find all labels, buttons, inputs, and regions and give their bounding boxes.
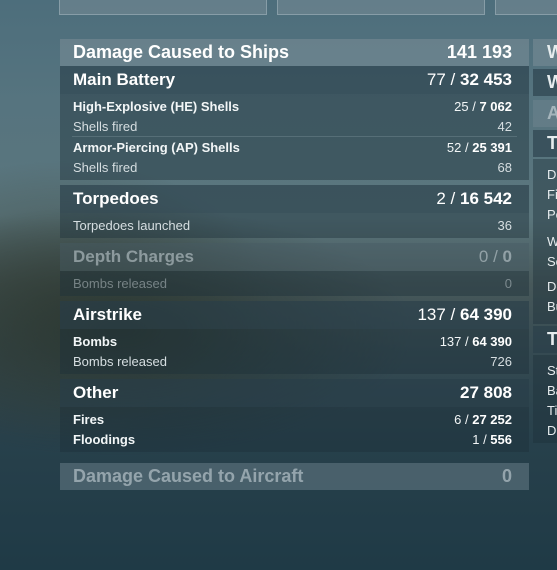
- side-row-9: Ba: [547, 383, 557, 398]
- torpedoes-rows: Torpedoes launched 36: [60, 213, 529, 238]
- airstrike-bombs-value: 137 / 64 390: [439, 333, 512, 349]
- depth-bombs-released-row: Bombs released 0: [60, 273, 529, 293]
- ap-shells-row: Armor-Piercing (AP) Shells 52 / 25 391: [60, 137, 529, 157]
- airstrike-rows: Bombs 137 / 64 390 Bombs released 726: [60, 329, 529, 374]
- damage-ships-title: Damage Caused to Ships: [73, 42, 290, 62]
- side-row-11: Di: [547, 423, 557, 438]
- other-rows: Fires 6 / 27 252 Floodings 1 / 556: [60, 407, 529, 452]
- he-shells-row: High-Explosive (HE) Shells 25 / 7 062: [60, 96, 529, 116]
- main-battery-value: 77 / 32 453: [426, 70, 512, 89]
- side-letter-1: W: [547, 42, 557, 62]
- airstrike-released-label: Bombs released: [73, 353, 167, 369]
- top-tab-2[interactable]: [277, 0, 485, 15]
- he-fired-value: 42: [497, 118, 512, 134]
- side-row-1: Da: [547, 167, 557, 182]
- torpedoes-title: Torpedoes: [73, 189, 159, 208]
- depth-charges-rows: Bombs released 0: [60, 271, 529, 296]
- he-fired-row: Shells fired 42: [60, 116, 529, 136]
- top-tab-1[interactable]: [59, 0, 267, 15]
- other-total: 27 808: [460, 383, 512, 402]
- fires-value: 6 / 27 252: [454, 411, 512, 427]
- ap-fired-label: Shells fired: [73, 159, 138, 175]
- he-fired-label: Shells fired: [73, 118, 138, 134]
- fires-label: Fires: [73, 411, 105, 427]
- damage-aircraft-total: 0: [501, 466, 512, 486]
- side-row-8: St: [547, 363, 557, 378]
- torpedoes-launched-value: 36: [497, 217, 512, 233]
- side-row-6: De: [547, 279, 557, 294]
- side-letter-2: W: [547, 72, 557, 92]
- airstrike-bombs-label: Bombs: [73, 333, 118, 349]
- airstrike-title: Airstrike: [73, 305, 142, 324]
- side-row-10: Ti: [547, 403, 557, 418]
- depth-charges-section: Depth Charges 0 / 0: [60, 243, 529, 271]
- main-battery-rows: High-Explosive (HE) Shells 25 / 7 062 Sh…: [60, 94, 529, 180]
- damage-aircraft-header: Damage Caused to Aircraft 0: [60, 463, 529, 490]
- airstrike-released-value: 726: [490, 353, 512, 369]
- damage-aircraft-title: Damage Caused to Aircraft: [73, 466, 304, 486]
- depth-bombs-released-label: Bombs released: [73, 275, 167, 291]
- airstrike-value: 137 / 64 390: [417, 305, 512, 324]
- main-battery-section: Main Battery 77 / 32 453: [60, 66, 529, 94]
- side-letter-5: T: [547, 329, 557, 349]
- depth-bombs-released-value: 0: [504, 275, 512, 291]
- floodings-label: Floodings: [73, 431, 136, 447]
- side-row-7: Bu: [547, 299, 557, 314]
- side-letter-3: A: [547, 103, 557, 123]
- airstrike-released-row: Bombs released 726: [60, 351, 529, 371]
- damage-ships-total: 141 193: [446, 42, 512, 62]
- torpedoes-section: Torpedoes 2 / 16 542: [60, 185, 529, 213]
- depth-charges-value: 0 / 0: [478, 247, 512, 266]
- damage-ships-header: Damage Caused to Ships 141 193: [60, 39, 529, 66]
- torpedoes-launched-row: Torpedoes launched 36: [60, 215, 529, 235]
- top-tab-3[interactable]: [495, 0, 557, 15]
- main-battery-title: Main Battery: [73, 70, 176, 89]
- he-shells-label: High-Explosive (HE) Shells: [73, 98, 240, 114]
- ap-shells-label: Armor-Piercing (AP) Shells: [73, 139, 240, 155]
- torpedoes-value: 2 / 16 542: [436, 189, 512, 208]
- side-row-3: Pe: [547, 207, 557, 222]
- side-row-5: Se: [547, 254, 557, 269]
- he-shells-value: 25 / 7 062: [454, 98, 512, 114]
- side-letter-4: T: [547, 133, 557, 153]
- ap-fired-value: 68: [497, 159, 512, 175]
- torpedoes-launched-label: Torpedoes launched: [73, 217, 191, 233]
- other-section: Other 27 808: [60, 379, 529, 407]
- ap-shells-value: 52 / 25 391: [446, 139, 512, 155]
- ap-fired-row: Shells fired 68: [60, 157, 529, 177]
- side-row-4: W: [547, 234, 557, 249]
- airstrike-section: Airstrike 137 / 64 390: [60, 301, 529, 329]
- damage-panel: Damage Caused to Ships 141 193 Main Batt…: [60, 39, 529, 490]
- floodings-row: Floodings 1 / 556: [60, 429, 529, 449]
- depth-charges-title: Depth Charges: [73, 247, 194, 266]
- floodings-value: 1 / 556: [472, 431, 512, 447]
- fires-row: Fires 6 / 27 252: [60, 409, 529, 429]
- side-row-2: Fi: [547, 187, 557, 202]
- airstrike-bombs-row: Bombs 137 / 64 390: [60, 331, 529, 351]
- other-title: Other: [73, 383, 119, 402]
